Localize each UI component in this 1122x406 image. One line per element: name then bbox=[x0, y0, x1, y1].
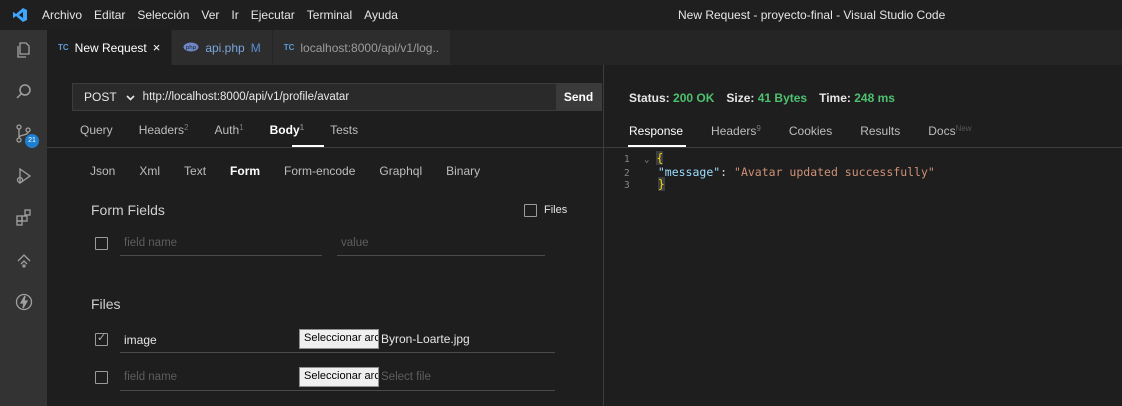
vscode-logo-icon bbox=[0, 0, 40, 30]
activity-bar: 21 bbox=[0, 30, 47, 406]
tab-api-php[interactable]: php api.php M bbox=[172, 30, 273, 65]
file-field-name[interactable]: image bbox=[124, 333, 157, 347]
field-value-underline bbox=[337, 255, 545, 256]
body-tab-binary[interactable]: Binary bbox=[446, 164, 480, 178]
status-value: 200 OK bbox=[673, 91, 715, 105]
file-name-underline bbox=[120, 352, 322, 353]
request-tabs: Query Headers2 Auth1 Body1 Tests bbox=[80, 123, 358, 137]
menu-editar[interactable]: Editar bbox=[94, 8, 125, 22]
field-enabled-checkbox[interactable] bbox=[95, 237, 108, 250]
tab-body[interactable]: Body1 bbox=[270, 123, 304, 137]
menu-ayuda[interactable]: Ayuda bbox=[364, 8, 398, 22]
tab-localhost-login[interactable]: TC localhost:8000/api/v1/log.. bbox=[272, 30, 452, 65]
send-button[interactable]: Send bbox=[556, 83, 601, 111]
file-name-underline bbox=[120, 390, 322, 391]
field-value-input[interactable]: value bbox=[341, 237, 369, 249]
tab-auth[interactable]: Auth1 bbox=[215, 123, 244, 137]
file-select-underline bbox=[299, 390, 555, 391]
response-status-line: Status: 200 OK Size: 41 Bytes Time: 248 … bbox=[629, 91, 895, 105]
url-bar: POST http://localhost:8000/api/v1/profil… bbox=[72, 83, 602, 111]
response-panel: Status: 200 OK Size: 41 Bytes Time: 248 … bbox=[604, 65, 1122, 406]
menu-seleccion[interactable]: Selección bbox=[137, 8, 189, 22]
body-tab-text[interactable]: Text bbox=[184, 164, 206, 178]
tab-response-headers[interactable]: Headers9 bbox=[711, 124, 761, 138]
file-row-checkbox[interactable] bbox=[95, 331, 108, 346]
code-line-2: 2 "message": "Avatar updated successfull… bbox=[624, 164, 935, 179]
tab-query[interactable]: Query bbox=[80, 123, 113, 137]
method-label: POST bbox=[84, 90, 117, 104]
body-tab-xml[interactable]: Xml bbox=[139, 164, 160, 178]
request-panel: POST http://localhost:8000/api/v1/profil… bbox=[47, 65, 603, 406]
response-tabs: Response Headers9 Cookies Results DocsNe… bbox=[629, 124, 972, 138]
status-field: Status: 200 OK bbox=[629, 91, 715, 105]
file-select-underline bbox=[299, 352, 555, 353]
form-fields-title: Form Fields bbox=[91, 202, 165, 218]
source-control-icon[interactable]: 21 bbox=[0, 114, 47, 154]
files-toggle-label: Files bbox=[544, 204, 568, 216]
tab-new-request[interactable]: TC New Request × bbox=[47, 30, 173, 65]
tab-results[interactable]: Results bbox=[860, 124, 900, 138]
modified-badge: M bbox=[250, 40, 261, 55]
time-value: 248 ms bbox=[854, 91, 895, 105]
tab-label: New Request bbox=[74, 40, 147, 55]
close-icon[interactable]: × bbox=[153, 40, 161, 55]
files-title: Files bbox=[91, 296, 121, 312]
menu-archivo[interactable]: Archivo bbox=[42, 8, 82, 22]
active-tab-underline bbox=[292, 145, 324, 147]
response-body[interactable]: 1 ⌄ { 2 "message": "Avatar updated succes… bbox=[624, 151, 935, 192]
tab-headers[interactable]: Headers2 bbox=[139, 123, 189, 137]
tab-label: localhost:8000/api/v1/log.. bbox=[300, 40, 440, 55]
menu-ver[interactable]: Ver bbox=[201, 8, 219, 22]
tab-docs[interactable]: DocsNew bbox=[928, 124, 971, 138]
tab-cookies[interactable]: Cookies bbox=[789, 124, 832, 138]
body-tab-form[interactable]: Form bbox=[230, 164, 260, 178]
editor-tabs: TC New Request × php api.php M TC localh… bbox=[47, 30, 1122, 65]
field-name-input[interactable]: field name bbox=[124, 237, 177, 249]
files-icon[interactable] bbox=[0, 30, 47, 70]
code-line-3: 3 } bbox=[624, 177, 665, 191]
body-tab-graphql[interactable]: Graphql bbox=[379, 164, 422, 178]
remote-icon[interactable] bbox=[0, 240, 47, 280]
body-tab-json[interactable]: Json bbox=[90, 164, 115, 178]
field-name-underline bbox=[120, 255, 322, 256]
menu-ir[interactable]: Ir bbox=[231, 8, 238, 22]
body-tab-form-encode[interactable]: Form-encode bbox=[284, 164, 355, 178]
method-select[interactable]: POST bbox=[73, 90, 143, 104]
run-debug-icon[interactable] bbox=[0, 156, 47, 196]
tab-label: api.php bbox=[205, 40, 245, 55]
files-toggle-checkbox[interactable] bbox=[524, 204, 537, 217]
menu-ejecutar[interactable]: Ejecutar bbox=[251, 8, 295, 22]
tabs-divider bbox=[47, 147, 603, 148]
response-tabs-divider bbox=[604, 147, 1122, 148]
search-icon[interactable] bbox=[0, 72, 47, 112]
select-file-placeholder: Select file bbox=[381, 371, 431, 383]
menu-terminal[interactable]: Terminal bbox=[307, 8, 352, 22]
active-response-tab-underline bbox=[628, 145, 686, 147]
size-field: Size: 41 Bytes bbox=[726, 91, 808, 105]
php-file-icon: php bbox=[183, 41, 199, 55]
url-input[interactable]: http://localhost:8000/api/v1/profile/ava… bbox=[143, 91, 556, 103]
time-field: Time: 248 ms bbox=[819, 91, 895, 105]
chevron-down-icon bbox=[126, 90, 135, 104]
window-title: New Request - proyecto-final - Visual St… bbox=[678, 8, 946, 22]
extensions-icon[interactable] bbox=[0, 198, 47, 238]
menu-bar: Archivo Editar Selección Ver Ir Ejecutar… bbox=[40, 8, 398, 22]
thunder-client-tab-icon: TC bbox=[283, 43, 295, 52]
tab-tests[interactable]: Tests bbox=[330, 123, 358, 137]
size-value: 41 Bytes bbox=[757, 91, 808, 105]
title-bar: Archivo Editar Selección Ver Ir Ejecutar… bbox=[0, 0, 1122, 30]
body-type-tabs: Json Xml Text Form Form-encode Graphql B… bbox=[90, 164, 480, 178]
selected-file-name: Byron-Loarte.jpg bbox=[381, 332, 470, 346]
svg-text:php: php bbox=[186, 45, 197, 51]
thunder-client-tab-icon: TC bbox=[58, 43, 69, 52]
file-field-name-input[interactable]: field name bbox=[124, 371, 177, 383]
tab-response[interactable]: Response bbox=[629, 124, 683, 138]
choose-file-button[interactable]: Seleccionar archivo bbox=[299, 367, 379, 387]
file-row-checkbox[interactable] bbox=[95, 371, 108, 384]
thunder-client-icon[interactable] bbox=[0, 282, 47, 322]
source-control-badge: 21 bbox=[25, 134, 39, 148]
choose-file-button[interactable]: Seleccionar archivo bbox=[299, 329, 379, 349]
